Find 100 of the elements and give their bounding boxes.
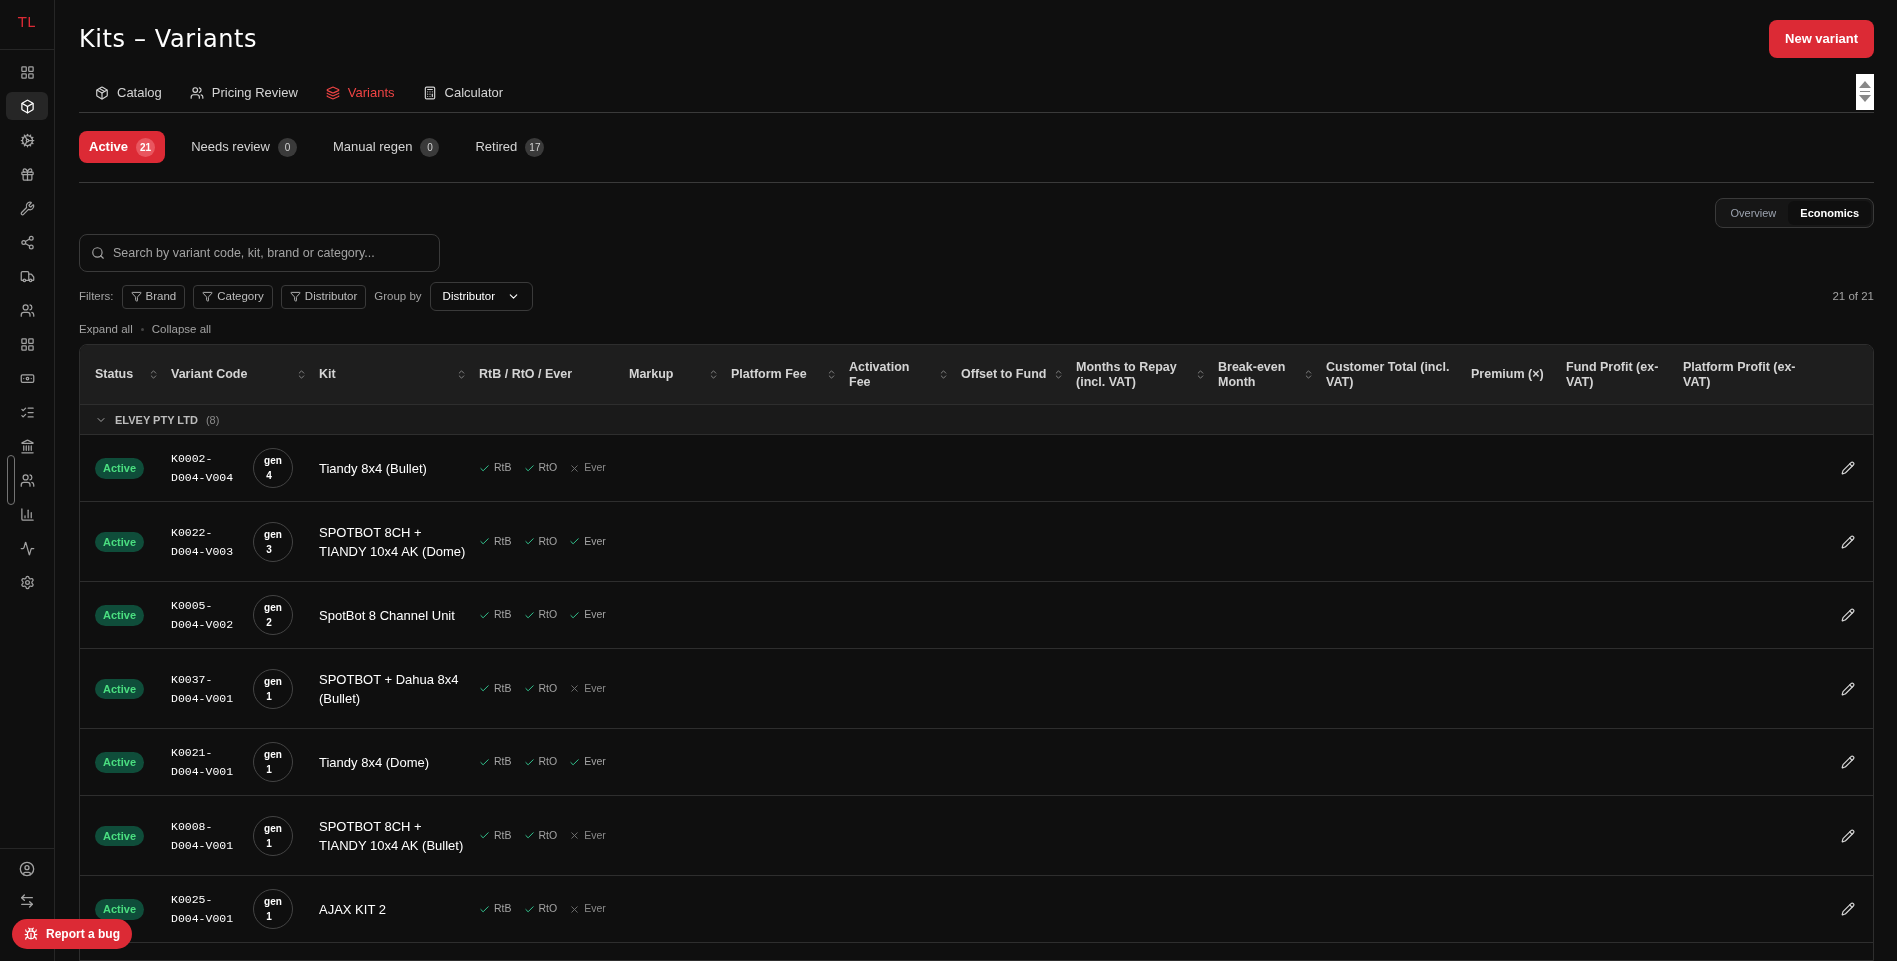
view-option[interactable]: Economics bbox=[1788, 200, 1871, 225]
column-header[interactable]: Kit bbox=[319, 367, 336, 383]
sort-icon[interactable] bbox=[826, 369, 837, 381]
people-icon bbox=[19, 472, 35, 488]
column-header[interactable]: RtB / RtO / Ever bbox=[479, 367, 573, 383]
checklist-icon bbox=[19, 404, 35, 420]
column-header[interactable]: Customer Total (incl. VAT) bbox=[1326, 359, 1459, 390]
package-icon bbox=[95, 85, 109, 100]
edit-button[interactable] bbox=[1841, 681, 1855, 696]
group-by-label: Group by bbox=[374, 288, 422, 304]
pencil-icon bbox=[1841, 534, 1855, 549]
status-tab[interactable]: Manual regen 0 bbox=[322, 131, 450, 163]
flag: RtO bbox=[523, 827, 558, 844]
column-header[interactable]: Break-even Month bbox=[1218, 359, 1299, 390]
layers-icon bbox=[325, 85, 340, 100]
tab[interactable]: Pricing Review bbox=[189, 82, 298, 103]
kit-name: AJAX KIT 2 bbox=[319, 900, 386, 919]
flag: Ever bbox=[569, 901, 606, 918]
edit-button[interactable] bbox=[1841, 608, 1855, 623]
tab[interactable]: Variants bbox=[325, 82, 395, 103]
column-header[interactable]: Markup bbox=[629, 367, 674, 383]
variant-code: K0037-D004-V001 bbox=[171, 671, 235, 707]
group-count: (8) bbox=[205, 412, 220, 428]
flag: RtO bbox=[523, 901, 558, 918]
filter-icon bbox=[289, 291, 301, 302]
tab[interactable]: Catalog bbox=[95, 82, 162, 103]
nav-item[interactable] bbox=[6, 92, 48, 120]
sort-icon[interactable] bbox=[708, 369, 719, 381]
flag: RtO bbox=[523, 533, 558, 550]
settings-icon bbox=[19, 574, 35, 590]
tab[interactable]: Calculator bbox=[422, 82, 504, 103]
collapse-all-link[interactable]: Collapse all bbox=[151, 321, 212, 339]
column-header[interactable]: Platform Profit (ex-VAT) bbox=[1683, 359, 1811, 390]
flag: Ever bbox=[569, 827, 606, 844]
pencil-icon bbox=[1841, 681, 1855, 696]
expand-all-link[interactable]: Expand all bbox=[79, 321, 133, 339]
flag: RtO bbox=[523, 460, 558, 477]
filter-chip[interactable]: Category bbox=[193, 284, 273, 309]
kit-name: SpotBot 8 Channel Unit bbox=[319, 606, 455, 625]
flag: RtB bbox=[479, 901, 512, 918]
search-icon bbox=[91, 246, 105, 260]
edit-button[interactable] bbox=[1841, 461, 1855, 476]
edit-button[interactable] bbox=[1841, 902, 1855, 917]
variant-code: K0002-D004-V004 bbox=[171, 451, 235, 487]
sort-icon[interactable] bbox=[1053, 369, 1064, 381]
status-tab[interactable]: Needs review 0 bbox=[181, 131, 307, 163]
filter-chip[interactable]: Brand bbox=[121, 284, 186, 309]
status-pill: Active bbox=[95, 899, 145, 920]
edit-button[interactable] bbox=[1841, 755, 1855, 770]
result-count: 21 of 21 bbox=[1832, 288, 1874, 304]
column-header[interactable]: Fund Profit (ex-VAT) bbox=[1566, 359, 1671, 390]
sort-icon[interactable] bbox=[148, 369, 159, 381]
edit-button[interactable] bbox=[1841, 828, 1855, 843]
count-badge: 0 bbox=[277, 137, 297, 157]
gift-icon bbox=[19, 166, 35, 182]
page-title: Kits – Variants bbox=[79, 23, 258, 55]
pencil-icon bbox=[1841, 828, 1855, 843]
status-tab[interactable]: Retired 17 bbox=[465, 131, 555, 163]
search-field[interactable]: Search by variant code, kit, brand or category... bbox=[79, 234, 440, 272]
new-variant-button[interactable]: New variant bbox=[1769, 20, 1874, 58]
sort-icon[interactable] bbox=[456, 369, 467, 381]
truck-icon bbox=[19, 268, 35, 284]
report-bug-button[interactable]: Report a bug bbox=[12, 919, 132, 949]
filter-chip[interactable]: Distributor bbox=[280, 284, 367, 309]
column-header[interactable]: Activation Fee bbox=[849, 359, 934, 390]
swap-icon[interactable] bbox=[19, 893, 35, 909]
status-tab[interactable]: Active 21 bbox=[79, 131, 166, 163]
user-icon[interactable] bbox=[19, 861, 35, 877]
pencil-icon bbox=[1841, 608, 1855, 623]
edit-button[interactable] bbox=[1841, 534, 1855, 549]
status-pill: Active bbox=[95, 458, 145, 479]
cog-icon bbox=[19, 132, 35, 148]
status-pill: Active bbox=[95, 531, 145, 552]
filters-label: Filters: bbox=[79, 288, 114, 304]
column-header[interactable]: Variant Code bbox=[171, 367, 248, 383]
filter-icon bbox=[202, 291, 214, 302]
scroll-buttons[interactable] bbox=[1856, 73, 1874, 110]
flag: RtO bbox=[523, 607, 558, 624]
column-header[interactable]: Platform Fee bbox=[731, 367, 807, 383]
sort-icon[interactable] bbox=[938, 369, 949, 381]
flag: Ever bbox=[569, 680, 606, 697]
flag: RtO bbox=[523, 754, 558, 771]
group-by-select[interactable]: Distributor bbox=[429, 282, 533, 311]
count-badge: 17 bbox=[525, 137, 545, 157]
column-header[interactable]: Months to Repay (incl. VAT) bbox=[1076, 359, 1191, 390]
variant-code: K0021-D004-V001 bbox=[171, 745, 235, 781]
pencil-icon bbox=[1841, 902, 1855, 917]
column-header[interactable]: Offset to Fund bbox=[961, 367, 1047, 383]
view-option[interactable]: Overview bbox=[1718, 200, 1789, 225]
count-badge: 21 bbox=[136, 137, 156, 157]
wrench-icon bbox=[19, 200, 35, 216]
sort-icon[interactable] bbox=[1303, 369, 1314, 381]
sort-icon[interactable] bbox=[296, 369, 307, 381]
column-header[interactable]: Premium (×) bbox=[1471, 367, 1544, 383]
column-header[interactable]: Status bbox=[95, 367, 134, 383]
variant-code: K0022-D004-V003 bbox=[171, 524, 235, 560]
kit-name: SPOTBOT + Dahua 8x4 (Bullet) bbox=[319, 670, 460, 708]
kit-name: SPOTBOT 8CH + TIANDY 10x4 AK (Dome) bbox=[319, 523, 467, 561]
flag: RtB bbox=[479, 533, 512, 550]
sort-icon[interactable] bbox=[1195, 369, 1206, 381]
